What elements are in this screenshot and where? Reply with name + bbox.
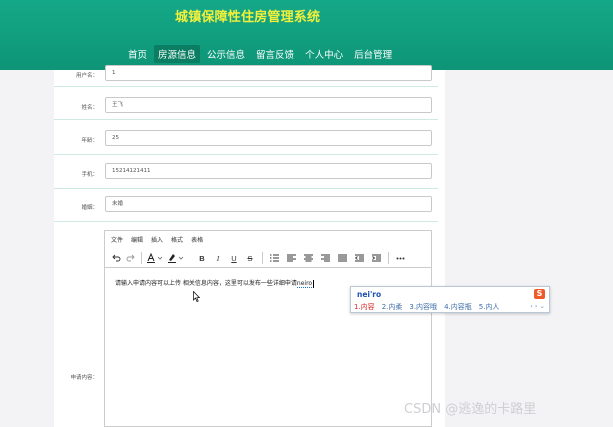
- csdn-watermark: CSDN @逃逸的卡路里: [404, 402, 537, 417]
- form-row-username: 用户名： 1: [54, 65, 438, 87]
- ime-candidate-popup: nei'ro S 1.内容 2.内柔 3.内容哦 4.内容瓶 5.内人 ‹ › …: [350, 286, 550, 313]
- mouse-pointer-icon: [193, 291, 200, 302]
- main-nav: 首页 房源信息 公示信息 留言反馈 个人中心 后台管理: [124, 44, 399, 64]
- form-row-marital: 婚姻： 未婚: [54, 189, 438, 222]
- italic-icon[interactable]: I: [212, 251, 224, 265]
- editor-toolbar: B I U S: [105, 249, 431, 268]
- username-label: 用户名：: [75, 73, 98, 79]
- ime-candidate[interactable]: 5.内人: [479, 302, 500, 312]
- ordered-list-icon[interactable]: [268, 251, 280, 265]
- nav-item-feedback[interactable]: 留言反馈: [252, 45, 298, 63]
- ime-candidate[interactable]: 2.内柔: [382, 302, 403, 312]
- align-center-icon[interactable]: [302, 251, 314, 265]
- menu-table[interactable]: 表格: [191, 235, 203, 244]
- toolbar-separator: [141, 252, 142, 264]
- site-title: 城镇保障性住房管理系统: [175, 10, 321, 25]
- marital-label: 婚姻：: [81, 205, 98, 211]
- name-label: 姓名：: [81, 105, 98, 111]
- toolbar-separator: [262, 252, 263, 264]
- align-right-icon[interactable]: [319, 251, 331, 265]
- bold-icon[interactable]: B: [196, 251, 208, 265]
- undo-icon[interactable]: [110, 251, 122, 265]
- nav-item-housing[interactable]: 房源信息: [154, 45, 201, 63]
- ime-candidate[interactable]: 4.内容瓶: [444, 302, 472, 312]
- menu-edit[interactable]: 编辑: [131, 235, 143, 244]
- editor-body-text: 请输入申请内容可以上传 相关信息内容，这里可以发布一些详细申请: [115, 280, 297, 287]
- content-label: 申请内容：: [70, 375, 98, 381]
- underline-icon[interactable]: U: [228, 251, 240, 265]
- phone-input[interactable]: 15214121411: [105, 163, 432, 179]
- rich-text-editor: 文件 编辑 插入 格式 表格 B I U S 请输入申请内容可以上传 相关信息内…: [104, 230, 432, 427]
- nav-item-announcements[interactable]: 公示信息: [203, 45, 249, 63]
- ime-candidate[interactable]: 1.内容: [354, 302, 375, 312]
- redo-icon[interactable]: [124, 251, 136, 265]
- form-row-phone: 手机： 15214121411: [54, 155, 438, 189]
- font-color-icon[interactable]: [146, 251, 164, 265]
- marital-input[interactable]: 未婚: [105, 196, 432, 212]
- ime-page-arrows-icon[interactable]: ‹ › ⌄: [530, 302, 545, 310]
- editor-typed-text: neiro: [296, 280, 313, 288]
- editor-menubar: 文件 编辑 插入 格式 表格: [105, 231, 431, 248]
- nav-item-profile[interactable]: 个人中心: [301, 45, 347, 63]
- form-row-age: 年龄： 25: [54, 120, 438, 155]
- username-input[interactable]: 1: [105, 65, 432, 81]
- menu-file[interactable]: 文件: [111, 235, 123, 244]
- nav-item-home[interactable]: 首页: [124, 45, 151, 63]
- menu-insert[interactable]: 插入: [151, 235, 163, 244]
- align-left-icon[interactable]: [285, 251, 297, 265]
- text-caret: [313, 279, 315, 288]
- highlight-color-icon[interactable]: [167, 251, 185, 265]
- align-justify-icon[interactable]: [336, 251, 348, 265]
- site-header: 城镇保障性住房管理系统 首页 房源信息 公示信息 留言反馈 个人中心 后台管理: [0, 0, 613, 70]
- age-label: 年龄：: [81, 138, 98, 144]
- editor-content-area[interactable]: 请输入申请内容可以上传 相关信息内容，这里可以发布一些详细申请neiro: [115, 278, 315, 288]
- more-icon[interactable]: [394, 251, 406, 265]
- page-background-side: [445, 70, 613, 427]
- strikethrough-icon[interactable]: S: [244, 251, 256, 265]
- indent-icon[interactable]: [370, 251, 382, 265]
- form-row-name: 姓名： 王飞: [54, 87, 438, 120]
- nav-item-admin[interactable]: 后台管理: [350, 45, 396, 63]
- ime-candidates: 1.内容 2.内柔 3.内容哦 4.内容瓶 5.内人: [354, 302, 506, 312]
- ime-composition: nei'ro: [357, 290, 382, 299]
- sogou-logo-icon[interactable]: S: [534, 289, 545, 299]
- name-input[interactable]: 王飞: [105, 97, 432, 113]
- phone-label: 手机：: [81, 172, 98, 178]
- age-input[interactable]: 25: [105, 130, 432, 146]
- toolbar-separator: [388, 252, 389, 264]
- outdent-icon[interactable]: [353, 251, 365, 265]
- menu-format[interactable]: 格式: [171, 235, 183, 244]
- ime-candidate[interactable]: 3.内容哦: [409, 302, 437, 312]
